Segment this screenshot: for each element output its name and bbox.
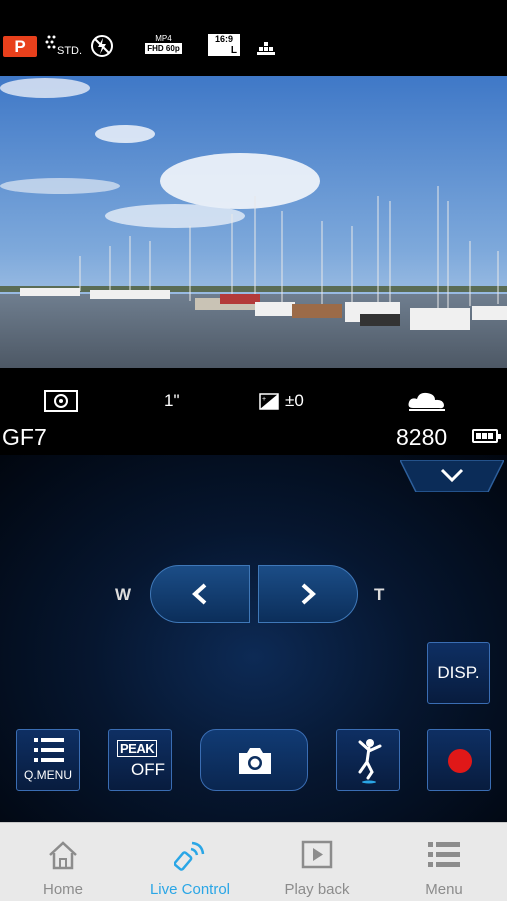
image-size-label: L xyxy=(208,45,240,56)
disp-button[interactable]: DISP. xyxy=(427,642,490,704)
camera-model: GF7 xyxy=(2,424,47,450)
metering-mode-icon xyxy=(44,390,78,412)
zoom-tele-button[interactable] xyxy=(258,565,358,623)
photo-style-label: STD. xyxy=(57,45,83,57)
battery-icon xyxy=(472,429,501,443)
peaking-button[interactable]: PEAK OFF xyxy=(108,729,172,791)
white-balance-cloudy-icon xyxy=(408,392,445,411)
quick-menu-button[interactable]: Q.MENU xyxy=(16,729,80,791)
movie-format-label: MP4 xyxy=(155,34,172,43)
aspect-size-indicator: 16:9 L xyxy=(208,34,240,56)
tab-live-control-label: Live Control xyxy=(149,881,231,898)
zoom-tele-label: T xyxy=(374,585,385,604)
live-view-preview[interactable] xyxy=(0,76,507,368)
disp-button-label: DISP. xyxy=(437,663,480,682)
wifi-remote-icon xyxy=(174,841,205,871)
chevron-left-icon xyxy=(192,583,207,605)
tab-menu-label: Menu xyxy=(425,881,463,898)
tab-live-control[interactable]: Live Control xyxy=(127,823,253,901)
exposure-compensation-icon: + xyxy=(259,393,279,410)
peaking-value: OFF xyxy=(131,760,165,779)
quality-icon xyxy=(257,42,275,55)
bottom-tab-bar: Home Live Control Play back Menu xyxy=(0,822,507,901)
home-icon xyxy=(49,841,77,870)
zoom-wide-button[interactable] xyxy=(150,565,250,623)
quick-menu-label: Q.MENU xyxy=(24,768,72,782)
chevron-right-icon xyxy=(301,583,316,605)
jump-snap-button[interactable] xyxy=(336,729,400,791)
tab-home[interactable]: Home xyxy=(0,823,126,901)
flash-off-icon xyxy=(91,35,113,57)
record-dot-icon xyxy=(448,749,472,773)
shutter-button[interactable] xyxy=(200,729,308,791)
menu-icon xyxy=(428,842,460,867)
record-button[interactable] xyxy=(427,729,491,791)
list-icon xyxy=(34,738,64,762)
tab-menu[interactable]: Menu xyxy=(381,823,507,901)
jumping-person-icon xyxy=(358,739,382,784)
camera-icon xyxy=(239,748,271,774)
collapse-panel-button[interactable] xyxy=(400,460,504,492)
shooting-mode-badge: P xyxy=(3,36,37,57)
tab-home-label: Home xyxy=(42,881,83,898)
zoom-wide-label: W xyxy=(115,585,132,604)
tab-play-back-label: Play back xyxy=(284,881,350,898)
play-icon xyxy=(301,840,333,869)
marina-preview-image xyxy=(0,76,507,368)
peaking-label: PEAK xyxy=(117,740,158,757)
svg-text:+: + xyxy=(262,396,266,403)
photo-style-indicator: STD. xyxy=(45,34,82,58)
aspect-ratio-label: 16:9 xyxy=(208,34,240,45)
movie-quality-label: FHD 60p xyxy=(145,43,182,54)
remaining-shots: 8280 xyxy=(396,424,448,450)
tab-play-back[interactable]: Play back xyxy=(254,823,380,901)
movie-format-indicator: MP4 FHD 60p xyxy=(145,34,182,56)
exposure-compensation-value: ±0 xyxy=(285,391,304,410)
shutter-speed: 1" xyxy=(164,391,180,410)
